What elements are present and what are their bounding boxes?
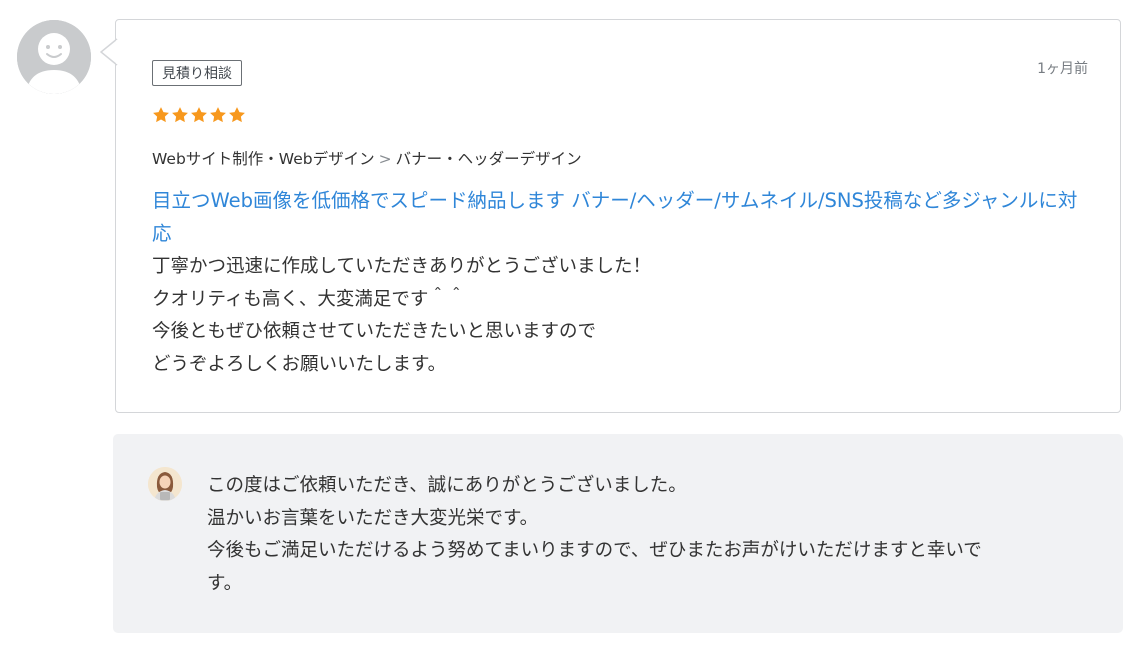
star-icon (191, 107, 207, 123)
breadcrumb-separator: > (378, 150, 392, 168)
review-card: 見積り相談 1ヶ月前 Webサイト制作・Webデザイン > バナー・ヘッダーデザイン… (115, 19, 1121, 413)
review-text: 丁寧かつ迅速に作成していただきありがとうございました！ クオリティも高く、大変満… (152, 251, 1092, 381)
seller-avatar[interactable] (148, 467, 182, 501)
star-icon (172, 107, 188, 123)
default-user-avatar-icon (17, 20, 91, 94)
review-text-line: どうぞよろしくお願いいたします。 (152, 353, 447, 375)
seller-avatar-icon (148, 467, 182, 501)
reply-text: この度はご依頼いただき、誠にありがとうございました。 温かいお言葉をいただき大変… (207, 470, 1087, 600)
service-title-link[interactable]: 目立つWeb画像を低価格でスピード納品します バナー/ヘッダー/サムネイル/SN… (152, 184, 1092, 250)
review-text-line: クオリティも高く、大変満足です＾＾ (152, 288, 466, 310)
seller-reply: この度はご依頼いただき、誠にありがとうございました。 温かいお言葉をいただき大変… (113, 434, 1123, 633)
star-icon (229, 107, 245, 123)
star-icon (210, 107, 226, 123)
reply-text-line: 温かいお言葉をいただき大変光栄です。 (207, 507, 539, 529)
reply-text-line: 今後もご満足いただけるよう努めてまいりますので、ぜひまたお声がけいただけますと幸… (207, 540, 982, 561)
star-rating (152, 106, 246, 124)
review-text-line: 今後ともぜひ依頼させていただきたいと思いますので (152, 321, 597, 342)
star-icon (153, 107, 169, 123)
category-child[interactable]: バナー・ヘッダーデザイン (396, 150, 582, 168)
category-parent[interactable]: Webサイト制作・Webデザイン (152, 150, 375, 168)
review-item: 見積り相談 1ヶ月前 Webサイト制作・Webデザイン > バナー・ヘッダーデザイン… (0, 0, 1144, 647)
review-date: 1ヶ月前 (1037, 61, 1088, 77)
review-text-line: 丁寧かつ迅速に作成していただきありがとうございました！ (152, 256, 651, 277)
reply-text-line: この度はご依頼いただき、誠にありがとうございました。 (207, 475, 687, 496)
reply-text-line: す。 (207, 572, 243, 594)
reviewer-avatar[interactable] (17, 20, 91, 94)
service-category-breadcrumb: Webサイト制作・Webデザイン > バナー・ヘッダーデザイン (152, 147, 582, 169)
card-pointer (100, 38, 118, 66)
review-tag: 見積り相談 (152, 60, 242, 86)
